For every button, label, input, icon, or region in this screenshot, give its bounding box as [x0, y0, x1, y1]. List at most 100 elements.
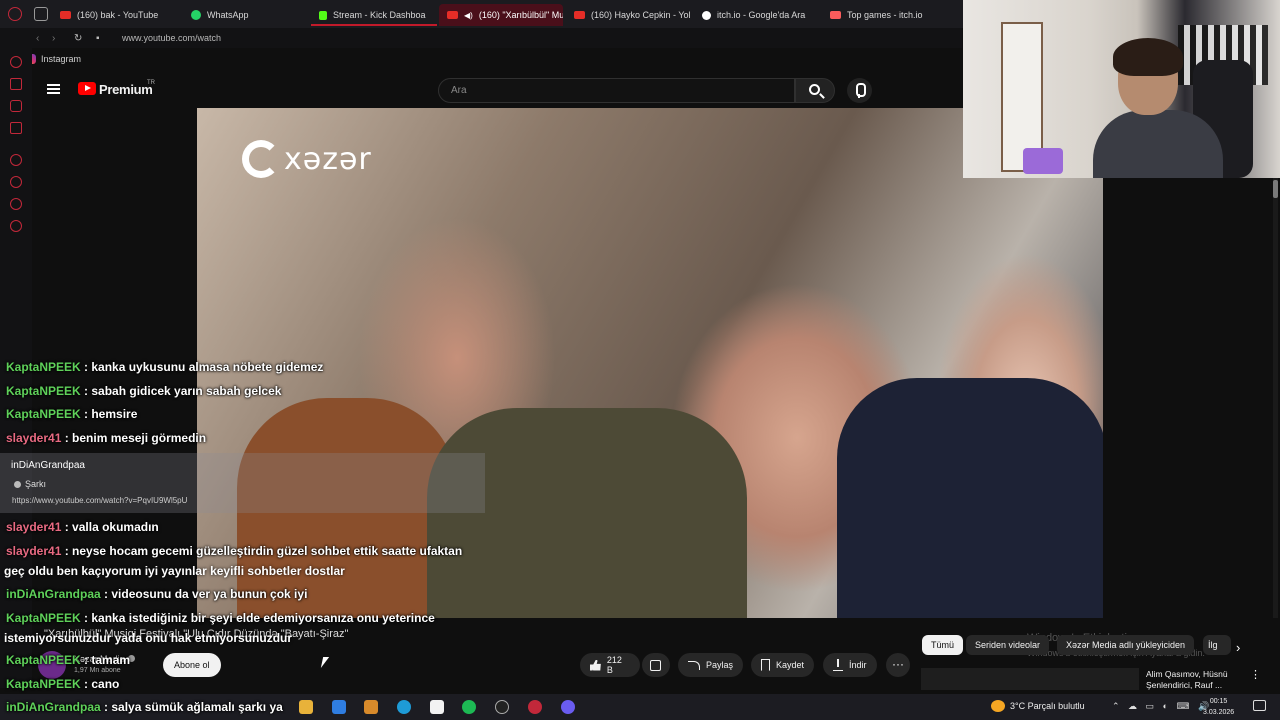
tab-youtube-bak[interactable]: (160) bak - YouTube — [52, 4, 180, 26]
obs-icon[interactable] — [495, 700, 509, 714]
history-icon[interactable] — [10, 176, 22, 188]
chat-user: slayder41 — [6, 431, 62, 445]
more-actions-button[interactable]: ··· — [886, 653, 910, 677]
chat-user: KaptaNPEEK — [6, 653, 81, 667]
tab-itch-google[interactable]: itch.io - Google'da Ara — [694, 4, 820, 26]
tab-label: Stream - Kick Dashboa — [333, 10, 426, 20]
chip-series[interactable]: Seriden videolar — [966, 635, 1050, 655]
notification-icon[interactable] — [1253, 700, 1266, 711]
dislike-button[interactable] — [642, 653, 670, 677]
chat-message: KaptaNPEEK : cano — [6, 677, 119, 691]
subscribe-button[interactable]: Abone ol — [163, 653, 221, 677]
chat-text: : neyse hocam gecemi güzelleştirdin güze… — [61, 544, 463, 558]
chip-uploader[interactable]: Xəzər Media adlı yükleyiciden — [1057, 635, 1195, 655]
chip-all[interactable]: Tümü — [922, 635, 964, 655]
menu-hamburger-icon[interactable] — [47, 84, 60, 94]
url-field[interactable]: www.youtube.com/watch — [122, 33, 221, 43]
chat-user: inDiAnGrandpaa — [6, 700, 101, 714]
chat-user: KaptaNPEEK — [6, 611, 81, 625]
speaker-icon[interactable]: ◀) — [464, 11, 473, 20]
player-icon[interactable] — [10, 154, 22, 166]
chip-related[interactable]: İlg — [1203, 635, 1231, 655]
share-button[interactable]: Paylaş — [678, 653, 744, 677]
chat-user: inDiAnGrandpaa — [6, 587, 101, 601]
youtube-favicon-icon — [574, 11, 585, 19]
app-icon-orange[interactable] — [364, 700, 378, 714]
voice-search-mic-icon[interactable] — [847, 78, 872, 103]
calculator-icon[interactable] — [430, 700, 444, 714]
chat-message: slayder41 : benim meseji görmedin — [6, 431, 206, 445]
webcam-streamer-body — [1093, 110, 1223, 178]
lock-icon: ▪ — [96, 32, 100, 44]
chat-text: : cano — [80, 677, 120, 691]
sidebar-icon-4[interactable] — [10, 122, 22, 134]
tab-xaribulbul-active[interactable]: ◀) (160) "Xarıbülbül" Mus — [439, 4, 563, 26]
tab-itch-top-games[interactable]: Top games - itch.io — [822, 4, 952, 26]
opera-logo-icon[interactable] — [8, 7, 22, 21]
forward-arrow-icon[interactable]: › — [52, 33, 68, 44]
bookmark-label: Instagram — [41, 54, 82, 64]
messenger-icon[interactable] — [10, 100, 22, 112]
tab-kick-dashboard[interactable]: Stream - Kick Dashboa — [311, 4, 437, 26]
webcam-overlay — [963, 0, 1280, 178]
scrollbar-track[interactable] — [1273, 178, 1278, 618]
chat-text: : hemsire — [80, 407, 138, 421]
youtube-logo-icon[interactable] — [78, 82, 96, 95]
system-clock[interactable]: 00:15 3.03.2026 — [1203, 696, 1234, 718]
chevron-right-icon[interactable]: › — [1236, 640, 1240, 655]
chat-message-continuation: geç oldu ben kaçıyorum iyi yayınlar keyi… — [4, 564, 345, 578]
share-arrow-icon — [688, 660, 700, 670]
youtube-brand[interactable]: Premium — [99, 82, 153, 97]
download-icon — [833, 659, 843, 671]
whatsapp-favicon-icon — [191, 10, 201, 20]
spotify-icon[interactable] — [462, 700, 476, 714]
chat-message: slayder41 : valla okumadın — [6, 520, 159, 534]
recommended-title[interactable]: Alim Qasımov, Hüsnü Şenlendirici, Rauf .… — [1146, 669, 1246, 691]
back-arrow-icon[interactable]: ‹ — [36, 33, 52, 44]
bookmark-instagram[interactable]: Instagram — [26, 50, 81, 68]
chat-message: KaptaNPEEK : sabah gidicek yarın sabah g… — [6, 384, 281, 398]
edge-browser-icon[interactable] — [397, 700, 411, 714]
settings-gear-icon[interactable] — [10, 220, 22, 232]
kebab-menu-icon[interactable]: ⋮ — [1250, 668, 1261, 681]
like-button[interactable]: 212 B — [580, 653, 640, 677]
tab-label: Top games - itch.io — [847, 10, 923, 20]
video-player[interactable]: xəzər — [197, 108, 1103, 618]
weather-widget[interactable]: 3°C Parçalı bulutlu — [991, 700, 1085, 712]
kick-favicon-icon — [319, 10, 327, 20]
extensions-icon[interactable] — [10, 198, 22, 210]
reload-icon[interactable]: ↻ — [74, 33, 90, 44]
download-button[interactable]: İndir — [823, 653, 877, 677]
search-input[interactable]: Ara — [438, 78, 795, 103]
chat-text: : videosunu da ver ya bunun çok iyi — [100, 587, 308, 601]
tab-label: (160) bak - YouTube — [77, 10, 159, 20]
scrollbar-thumb[interactable] — [1273, 180, 1278, 198]
recommended-title-line-1: Alim Qasımov, Hüsnü — [1146, 669, 1228, 679]
store-icon[interactable] — [332, 700, 346, 714]
search-button[interactable] — [795, 78, 835, 103]
webcam-streamer-hair — [1113, 38, 1183, 76]
song-card-user: inDiAnGrandpaa — [11, 460, 85, 471]
discord-icon[interactable] — [561, 700, 575, 714]
sidebar-icon-1[interactable] — [10, 56, 22, 68]
save-button[interactable]: Kaydet — [751, 653, 815, 677]
tab-hayko-cepkin[interactable]: (160) Hayko Cepkin - Yol — [566, 4, 692, 26]
system-tray[interactable]: ⌃ ☁ ▭ ◐ ⌨ 🔊 — [1112, 701, 1212, 712]
recommended-thumbnail[interactable] — [921, 668, 1139, 690]
tab-label: WhatsApp — [207, 10, 249, 20]
file-explorer-icon[interactable] — [299, 700, 313, 714]
chat-message: KaptaNPEEK : kanka uykusunu almasa nöbet… — [6, 360, 323, 374]
tab-label: (160) "Xarıbülbül" Mus — [478, 10, 563, 20]
sidebar-icon-2[interactable] — [10, 78, 22, 90]
song-card-url[interactable]: https://www.youtube.com/watch?v=PqvIU9Wl… — [12, 496, 187, 505]
chat-user: slayder41 — [6, 544, 62, 558]
tab-label: (160) Hayko Cepkin - Yol — [591, 10, 691, 20]
tab-whatsapp[interactable]: WhatsApp — [183, 4, 309, 26]
tab-menu-icon[interactable] — [34, 7, 48, 21]
chat-user: KaptaNPEEK — [6, 677, 81, 691]
weather-sun-icon — [991, 700, 1005, 712]
opera-gx-icon[interactable] — [528, 700, 542, 714]
chat-text: : kanka istediğiniz bir şeyi elde edemiy… — [80, 611, 435, 625]
bookmark-icon — [761, 659, 770, 671]
thumbs-up-icon — [590, 659, 601, 671]
